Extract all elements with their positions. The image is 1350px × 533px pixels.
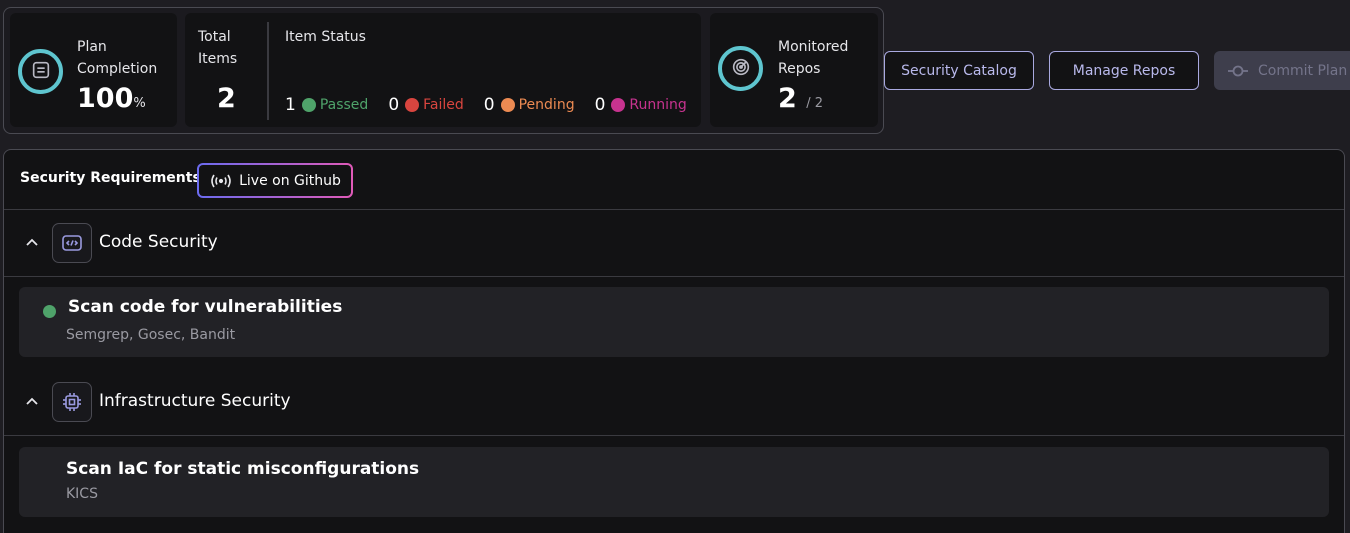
requirement-title: Scan code for vulnerabilities xyxy=(68,297,343,317)
panel-header: Security Requirements Live on Github xyxy=(4,150,1344,210)
live-on-github-button[interactable]: Live on Github xyxy=(197,163,353,198)
commit-plan-label: Commit Plan xyxy=(1258,62,1348,79)
section-code-security[interactable]: Code Security xyxy=(4,210,1344,277)
item-status-card: Total Items 2 Item Status 1 Passed 0 Fai… xyxy=(185,13,701,127)
code-icon xyxy=(52,223,92,263)
running-dot-icon xyxy=(611,98,626,112)
chevron-up-icon[interactable] xyxy=(24,234,40,250)
failed-dot-icon xyxy=(405,98,420,112)
failed-count: 0 xyxy=(388,95,400,115)
security-requirements-panel: Security Requirements Live on Github Cod… xyxy=(3,149,1345,533)
pending-count: 0 xyxy=(483,95,495,115)
status-dot-icon xyxy=(43,305,56,318)
section-label: Code Security xyxy=(99,232,218,252)
passed-count: 1 xyxy=(285,95,296,115)
total-items-label: Total Items xyxy=(198,29,238,67)
monitored-repos-label: Monitored Repos xyxy=(778,39,849,77)
pending-dot-icon xyxy=(500,98,515,112)
monitored-repos-value: 2 / 2 xyxy=(778,83,823,114)
item-status-label: Item Status xyxy=(285,29,366,45)
running-count: 0 xyxy=(594,95,606,115)
panel-title: Security Requirements xyxy=(20,170,201,186)
monitored-repos-card: Monitored Repos 2 / 2 xyxy=(710,13,878,127)
plan-completion-value: 100% xyxy=(77,83,146,114)
plan-completion-label: Plan Completion xyxy=(77,39,158,77)
status-breakdown: 1 Passed 0 Failed 0 Pending 0 Running xyxy=(285,95,687,115)
plan-completion-card: Plan Completion 100% xyxy=(10,13,177,127)
live-on-github-label: Live on Github xyxy=(239,172,341,189)
requirement-item[interactable]: Scan IaC for static misconfigurations KI… xyxy=(19,447,1329,517)
requirement-item[interactable]: Scan code for vulnerabilities Semgrep, G… xyxy=(19,287,1329,357)
manage-repos-button[interactable]: Manage Repos xyxy=(1049,51,1199,90)
security-catalog-button[interactable]: Security Catalog xyxy=(884,51,1034,90)
monitored-repos-ring xyxy=(718,46,763,91)
requirement-tools: KICS xyxy=(66,486,98,502)
radar-icon xyxy=(730,56,752,82)
git-commit-icon xyxy=(1228,64,1248,78)
commit-plan-button[interactable]: Commit Plan xyxy=(1214,51,1350,90)
failed-label: Failed xyxy=(423,97,464,113)
section-infrastructure-security[interactable]: Infrastructure Security xyxy=(4,369,1344,436)
pending-label: Pending xyxy=(518,97,575,113)
broadcast-icon xyxy=(209,173,233,189)
chip-icon xyxy=(52,382,92,422)
requirement-tools: Semgrep, Gosec, Bandit xyxy=(66,327,236,343)
total-items-value: 2 xyxy=(217,83,236,114)
divider xyxy=(267,22,269,120)
stats-summary: Plan Completion 100% Total Items 2 Item … xyxy=(3,7,884,134)
passed-dot-icon xyxy=(301,98,316,112)
passed-label: Passed xyxy=(319,97,369,113)
chevron-up-icon[interactable] xyxy=(24,393,40,409)
section-label: Infrastructure Security xyxy=(99,391,291,411)
requirement-title: Scan IaC for static misconfigurations xyxy=(66,459,420,479)
running-label: Running xyxy=(629,97,687,113)
plan-completion-ring xyxy=(18,49,63,94)
server-icon xyxy=(30,59,52,85)
